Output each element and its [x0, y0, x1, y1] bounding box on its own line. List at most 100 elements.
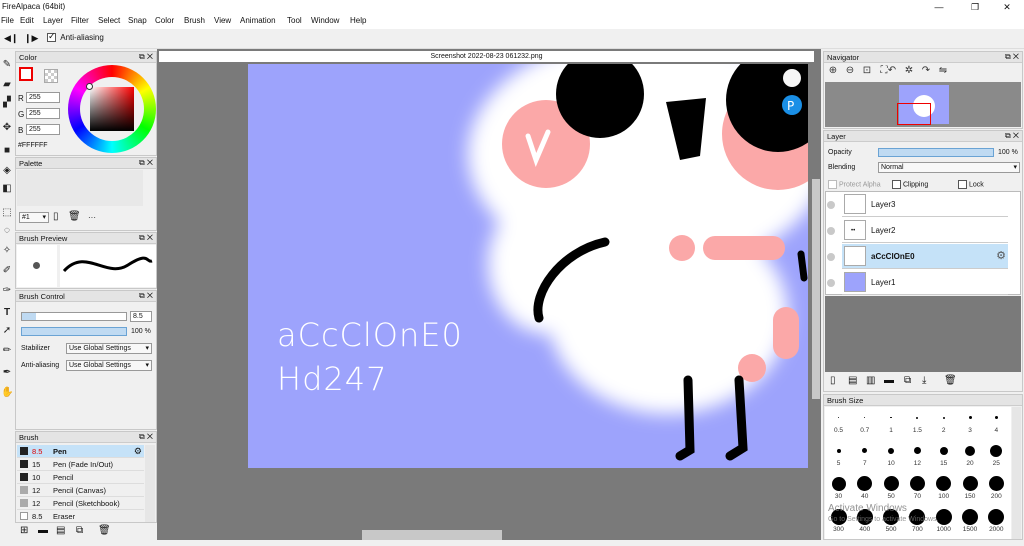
brush-size-option[interactable]: 4 [984, 409, 1009, 434]
flip-horizontal-icon[interactable]: ⇋ [937, 65, 949, 77]
layer-settings-gear-icon[interactable]: ⚙ [996, 249, 1006, 262]
move-tool-icon[interactable]: ✥ [1, 122, 13, 134]
document-tab[interactable]: Screenshot 2022-08-23 061232.png [159, 51, 814, 62]
brush-size-option[interactable]: 10 [879, 442, 904, 467]
lock-toggle[interactable]: Lock [958, 180, 984, 189]
brush-folder-icon[interactable]: ▬ [38, 525, 48, 536]
menu-layer[interactable]: Layer [43, 16, 63, 25]
eyedropper-tool-icon[interactable]: ✒ [1, 367, 13, 379]
antialias-toggle[interactable]: Anti-aliasing [47, 31, 104, 43]
close-window-button[interactable]: ✕ [990, 0, 1024, 14]
import-brush-icon[interactable]: ▤ [56, 525, 65, 536]
magic-wand-icon[interactable]: ✧ [1, 245, 13, 257]
menu-select[interactable]: Select [98, 16, 120, 25]
duplicate-layer-icon[interactable]: ⧉ [904, 375, 911, 386]
brush-list-scrollbar[interactable] [145, 445, 155, 522]
select-eraser-icon[interactable]: ✑ [1, 285, 13, 297]
menu-window[interactable]: Window [311, 16, 339, 25]
menu-help[interactable]: Help [350, 16, 366, 25]
brush-item-pen[interactable]: 8.5 Pen ⚙ [17, 445, 144, 458]
panel-close-icon[interactable]: ⧉ ✕ [139, 432, 153, 442]
brush-size-option[interactable]: 100 [931, 475, 956, 500]
brush-size-option[interactable]: 1.5 [905, 409, 930, 434]
dot-tool-icon[interactable]: ▞ [1, 97, 13, 109]
menu-filter[interactable]: Filter [71, 16, 89, 25]
transparent-color-swatch[interactable] [44, 69, 58, 83]
operation-tool-icon[interactable]: ➚ [1, 325, 13, 337]
hue-wheel[interactable] [68, 65, 156, 153]
layer-item-layer1[interactable]: Layer1 [842, 270, 1008, 295]
brush-size-slider[interactable] [21, 312, 127, 321]
navigator-viewport-box[interactable] [897, 103, 931, 125]
menu-view[interactable]: View [214, 16, 231, 25]
color-picker-handle[interactable] [86, 83, 93, 90]
brush-size-option[interactable]: 50 [879, 475, 904, 500]
zoom-in-icon[interactable]: ⊕ [827, 65, 839, 77]
next-frame-icon[interactable]: ❙▶ [24, 33, 38, 44]
zoom-out-icon[interactable]: ⊖ [844, 65, 856, 77]
panel-close-icon[interactable]: ⧉ ✕ [139, 52, 153, 62]
g-input[interactable]: 255 [26, 108, 60, 119]
brush-settings-gear-icon[interactable]: ⚙ [134, 446, 142, 457]
brush-size-option[interactable]: 2 [931, 409, 956, 434]
brush-item-pencil-canvas[interactable]: 12 Pencil (Canvas) [17, 484, 144, 497]
new-palette-icon[interactable]: ▯ [53, 211, 59, 222]
brush-size-option[interactable]: 0.5 [826, 409, 851, 434]
bucket-tool-icon[interactable]: ◈ [1, 165, 13, 177]
select-pen-icon[interactable]: ✐ [1, 265, 13, 277]
menu-tool[interactable]: Tool [287, 16, 302, 25]
brush-item-pencil[interactable]: 10 Pencil [17, 471, 144, 484]
layer-visibility-icon[interactable] [827, 201, 835, 209]
brush-size-option[interactable]: 20 [958, 442, 983, 467]
menu-file[interactable]: File [1, 16, 14, 25]
brush-item-pencil-sketchbook[interactable]: 12 Pencil (Sketchbook) [17, 497, 144, 510]
new-8bit-layer-icon[interactable]: ▤ [848, 375, 857, 386]
protect-alpha-toggle[interactable]: Protect Alpha [828, 180, 881, 189]
delete-palette-icon[interactable]: 🗑 [68, 211, 81, 222]
antialias-checkbox[interactable] [47, 31, 56, 43]
layer-opacity-slider[interactable] [878, 148, 994, 157]
clipping-toggle[interactable]: Clipping [892, 180, 928, 189]
delete-brush-icon[interactable]: 🗑 [98, 525, 111, 536]
menu-snap[interactable]: Snap [128, 16, 147, 25]
text-tool-icon[interactable]: T [1, 307, 13, 319]
drawing-canvas[interactable]: P aCcClOnE0 Hd247 [248, 64, 808, 468]
select-tool-icon[interactable]: ⬚ [1, 207, 13, 219]
delete-layer-icon[interactable]: 🗑 [944, 375, 957, 386]
layer-folder-icon[interactable]: ▬ [884, 375, 894, 386]
brush-size-option[interactable]: 70 [905, 475, 930, 500]
panel-close-icon[interactable]: ⧉ ✕ [139, 291, 153, 301]
palette-swatches[interactable] [17, 170, 143, 206]
layer-item-layer3[interactable]: Layer3 [842, 192, 1008, 217]
new-1bit-layer-icon[interactable]: ▥ [866, 375, 875, 386]
sv-square[interactable] [90, 87, 134, 131]
b-input[interactable]: 255 [26, 124, 60, 135]
divide-tool-icon[interactable]: ✏ [1, 345, 13, 357]
hand-tool-icon[interactable]: ✋ [1, 387, 13, 399]
navigator-preview[interactable] [825, 82, 1021, 127]
foreground-color-swatch[interactable] [19, 67, 33, 81]
brush-size-option[interactable]: 2000 [984, 508, 1009, 533]
prev-frame-icon[interactable]: ◀❙ [4, 33, 18, 44]
menu-animation[interactable]: Animation [240, 16, 276, 25]
maximize-button[interactable]: ❐ [958, 0, 992, 14]
brush-size-option[interactable]: 12 [905, 442, 930, 467]
brush-size-option[interactable]: 150 [958, 475, 983, 500]
menu-color[interactable]: Color [155, 16, 174, 25]
layer-visibility-icon[interactable] [827, 253, 835, 261]
gradient-tool-icon[interactable]: ◧ [1, 183, 13, 195]
rotate-right-icon[interactable]: ↷ [920, 65, 932, 77]
minimize-button[interactable]: — [922, 0, 956, 14]
brush-size-input[interactable]: 8.5 [130, 311, 152, 322]
brush-size-option[interactable]: 7 [852, 442, 877, 467]
lasso-tool-icon[interactable]: ◌ [1, 225, 13, 237]
panel-close-icon[interactable]: ⧉ ✕ [1005, 52, 1019, 62]
canvas-vertical-scrollbar[interactable] [812, 179, 820, 399]
brush-item-pen-fade[interactable]: 15 Pen (Fade In/Out) [17, 458, 144, 471]
palette-selector[interactable]: #1 [19, 212, 49, 223]
layer-visibility-icon[interactable] [827, 279, 835, 287]
brush-size-option[interactable]: 1500 [958, 508, 983, 533]
brush-size-option[interactable]: 1 [879, 409, 904, 434]
brush-opacity-slider[interactable] [21, 327, 127, 336]
brush-size-option[interactable]: 40 [852, 475, 877, 500]
